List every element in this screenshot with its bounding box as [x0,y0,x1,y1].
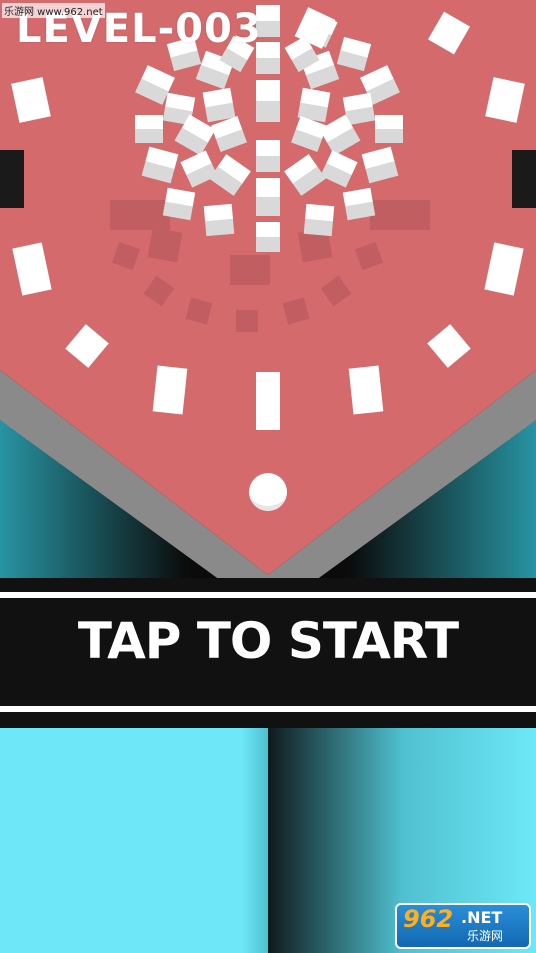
cube [135,115,163,143]
banner-bottom-line [0,706,536,712]
cube [152,365,188,415]
cube [256,140,280,172]
cube [256,178,280,216]
cube [342,187,376,221]
cube [256,372,280,430]
site-logo: 962 .NET 乐游网 [395,903,531,949]
cube [256,80,280,122]
cube [203,203,235,237]
logo-cn: 乐游网 [467,929,504,943]
cube [348,365,384,415]
right-side-block [512,150,536,208]
cube [162,187,196,221]
left-side-block [0,150,24,208]
logo-number: 962 [403,905,454,933]
tap-to-start-button[interactable]: TAP TO START [0,612,536,670]
floor-left [0,728,268,953]
cube [303,203,335,237]
watermark-text: 乐游网 www.962.net [2,3,105,18]
logo-net: .NET [461,908,503,927]
game-scene [0,0,536,953]
banner-top-line [0,592,536,598]
cube [202,87,236,123]
cube [375,115,403,143]
cube [256,222,280,252]
